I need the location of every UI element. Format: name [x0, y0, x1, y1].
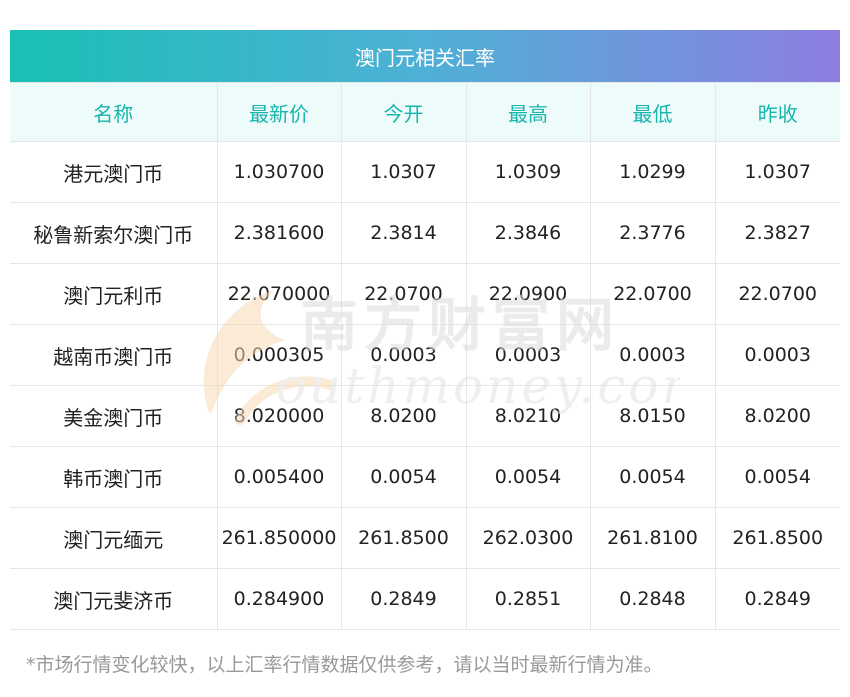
cell-open: 8.0200 [340, 385, 467, 447]
cell-open: 261.8500 [340, 507, 467, 569]
cell-prev-close: 0.0003 [714, 324, 840, 386]
cell-low: 2.3776 [589, 202, 716, 264]
exchange-rate-card: 澳门元相关汇率 名称 最新价 今开 最高 最低 昨收 港元澳门币 1.03070… [10, 30, 840, 630]
cell-high: 262.0300 [465, 507, 591, 569]
cell-open: 1.0307 [340, 141, 467, 203]
cell-prev-close: 0.2849 [714, 568, 840, 630]
cell-high: 0.0054 [465, 446, 591, 508]
cell-open: 0.0054 [340, 446, 467, 508]
column-header-latest: 最新价 [216, 82, 342, 142]
cell-prev-close: 8.0200 [714, 385, 840, 447]
cell-low: 0.2848 [589, 568, 716, 630]
cell-name: 澳门元斐济币 [10, 568, 218, 630]
cell-latest: 8.020000 [216, 385, 342, 447]
cell-name: 越南币澳门币 [10, 324, 218, 386]
table-row: 美金澳门币 8.020000 8.0200 8.0210 8.0150 8.02… [10, 385, 840, 447]
cell-name: 港元澳门币 [10, 141, 218, 203]
cell-prev-close: 261.8500 [714, 507, 840, 569]
cell-prev-close: 2.3827 [714, 202, 840, 264]
table-row: 澳门元利币 22.070000 22.0700 22.0900 22.0700 … [10, 263, 840, 325]
cell-prev-close: 0.0054 [714, 446, 840, 508]
table-row: 韩币澳门币 0.005400 0.0054 0.0054 0.0054 0.00… [10, 446, 840, 508]
cell-low: 22.0700 [589, 263, 716, 325]
cell-name: 韩币澳门币 [10, 446, 218, 508]
cell-low: 0.0003 [589, 324, 716, 386]
column-header-name: 名称 [10, 82, 218, 142]
table-row: 澳门元缅元 261.850000 261.8500 262.0300 261.8… [10, 507, 840, 569]
cell-name: 澳门元缅元 [10, 507, 218, 569]
cell-high: 22.0900 [465, 263, 591, 325]
cell-prev-close: 1.0307 [714, 141, 840, 203]
disclaimer-note: *市场行情变化较快，以上汇率行情数据仅供参考，请以当时最新行情为准。 [26, 654, 663, 676]
cell-open: 2.3814 [340, 202, 467, 264]
cell-name: 秘鲁新索尔澳门币 [10, 202, 218, 264]
cell-low: 261.8100 [589, 507, 716, 569]
column-header-low: 最低 [589, 82, 716, 142]
cell-low: 8.0150 [589, 385, 716, 447]
table-header-row: 名称 最新价 今开 最高 最低 昨收 [10, 82, 840, 142]
cell-latest: 1.030700 [216, 141, 342, 203]
table-title: 澳门元相关汇率 [10, 30, 840, 82]
cell-latest: 261.850000 [216, 507, 342, 569]
cell-name: 澳门元利币 [10, 263, 218, 325]
cell-latest: 22.070000 [216, 263, 342, 325]
cell-open: 22.0700 [340, 263, 467, 325]
table-row: 越南币澳门币 0.000305 0.0003 0.0003 0.0003 0.0… [10, 324, 840, 386]
cell-latest: 0.284900 [216, 568, 342, 630]
table-row: 秘鲁新索尔澳门币 2.381600 2.3814 2.3846 2.3776 2… [10, 202, 840, 264]
cell-latest: 0.005400 [216, 446, 342, 508]
cell-low: 0.0054 [589, 446, 716, 508]
cell-open: 0.0003 [340, 324, 467, 386]
table-row: 港元澳门币 1.030700 1.0307 1.0309 1.0299 1.03… [10, 141, 840, 203]
cell-low: 1.0299 [589, 141, 716, 203]
cell-prev-close: 22.0700 [714, 263, 840, 325]
column-header-open: 今开 [340, 82, 467, 142]
column-header-high: 最高 [465, 82, 591, 142]
cell-latest: 0.000305 [216, 324, 342, 386]
cell-open: 0.2849 [340, 568, 467, 630]
column-header-prev-close: 昨收 [714, 82, 840, 142]
cell-high: 0.0003 [465, 324, 591, 386]
cell-high: 1.0309 [465, 141, 591, 203]
table-row: 澳门元斐济币 0.284900 0.2849 0.2851 0.2848 0.2… [10, 568, 840, 630]
cell-high: 0.2851 [465, 568, 591, 630]
cell-high: 2.3846 [465, 202, 591, 264]
cell-latest: 2.381600 [216, 202, 342, 264]
cell-high: 8.0210 [465, 385, 591, 447]
exchange-rate-table: 名称 最新价 今开 最高 最低 昨收 港元澳门币 1.030700 1.0307… [10, 82, 840, 630]
cell-name: 美金澳门币 [10, 385, 218, 447]
